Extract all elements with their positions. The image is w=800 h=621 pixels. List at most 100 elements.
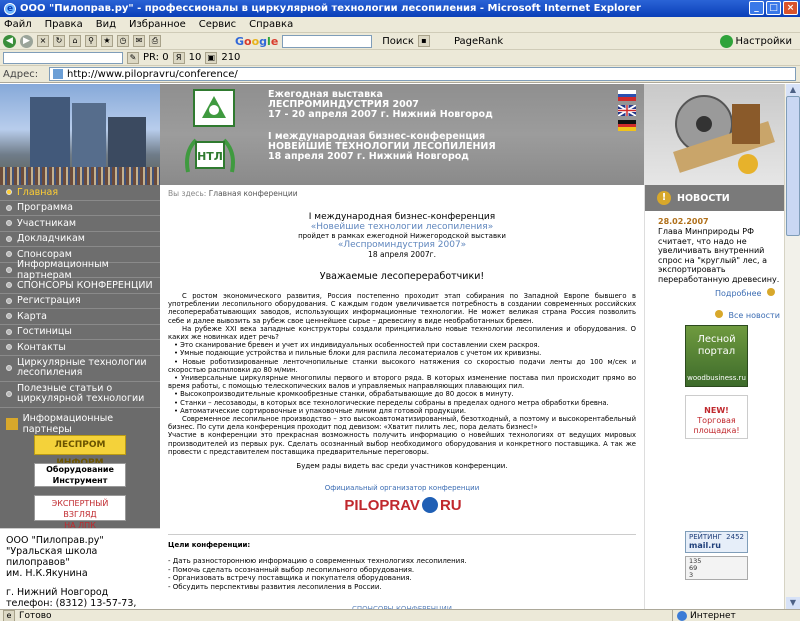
partners-icon [6,418,18,430]
forward-arrow-icon[interactable]: ▶ [20,34,33,48]
left-navigation: Главная Программа Участникам Докладчикам… [0,185,160,619]
banner-new: NEW! [704,406,729,415]
mailru-counter[interactable]: РЕЙТИНГ 2452 mail.ru [685,531,748,553]
greeting: Уважаемые лесопереработчики! [319,271,485,282]
nav-conference-sponsors[interactable]: СПОНСОРЫ КОНФЕРЕНЦИИ [0,278,160,294]
menu-favorites[interactable]: Избранное [129,19,186,30]
settings-button[interactable]: Настройки [736,36,792,47]
trade-platform-banner[interactable]: NEW! Торговая площадка! [685,395,748,439]
logo-left-text: PILOPRAV [344,496,420,514]
conference-exhibition: «Леспроминдустрия 2007» [337,240,467,250]
nav-circular-tech[interactable]: Циркулярные технологии лесопиления [0,355,160,382]
nav-map[interactable]: Карта [0,309,160,325]
goal-item: - Дать разностороннюю информацию о совре… [168,557,467,566]
menu-help[interactable]: Справка [249,19,293,30]
company-city: г. Нижний Новгород [6,587,109,598]
article-body: С ростом экономического развития, Россия… [168,292,636,456]
vertical-scrollbar[interactable]: ▲ ▼ [784,84,800,609]
nav-articles[interactable]: Полезные статьи о циркулярной технологии [0,381,160,408]
menu-tools[interactable]: Сервис [199,19,236,30]
google-search-input[interactable] [282,34,373,48]
maximize-button[interactable]: □ [766,1,781,15]
bullet-icon [6,266,12,273]
scroll-thumb[interactable] [786,96,800,236]
minimize-button[interactable]: _ [749,1,764,15]
piloprav-logo[interactable]: PILOPRAV RU [338,494,468,516]
back-arrow-icon[interactable]: ◀ [3,34,16,48]
nav-participants[interactable]: Участникам [0,216,160,232]
block-popup-icon[interactable]: ▪ [417,35,430,47]
news-column: ! НОВОСТИ 28.02.2007 Глава Минприроды РФ… [644,185,784,619]
paragraph: Современное лесопильное производство – э… [168,415,636,432]
ie-logo-icon: e [4,2,16,15]
stop-icon[interactable]: × [37,35,49,47]
russian-flag-icon[interactable] [618,90,636,101]
nav-registration[interactable]: Регистрация [0,293,160,309]
scroll-up-arrow-icon[interactable]: ▲ [786,84,800,96]
news-heading-text: НОВОСТИ [677,192,730,204]
bullet-icon [6,204,12,211]
forest-portal-banner[interactable]: Лесной портал woodbusiness.ru [685,325,748,387]
nav-speakers[interactable]: Докладчикам [0,231,160,247]
home-icon[interactable]: ⌂ [69,35,81,47]
settings-dot-icon [719,34,733,48]
bullet-item: • Станки – лесозаводы, в которых все тех… [174,398,609,407]
nav-label: СПОНСОРЫ КОНФЕРЕНЦИИ [17,279,153,291]
english-flag-icon[interactable] [618,105,636,116]
nav-contacts[interactable]: Контакты [0,340,160,356]
mail-icon[interactable]: ✉ [133,35,145,47]
nav-label: Контакты [17,341,66,353]
liveinternet-counter[interactable]: 135 69 3 [685,556,748,580]
pr-counter: PR: 0 [143,52,169,63]
bullet-icon [6,328,12,335]
bullet-icon [6,251,12,258]
nav-program[interactable]: Программа [0,200,160,216]
news-more-link[interactable]: Подробнее [715,288,775,298]
web-page: Ежегодная выставка ЛЕСПРОМИНДУСТРИЯ 2007… [0,84,784,619]
history-icon[interactable]: ◷ [117,35,129,47]
banner-site: woodbusiness.ru [687,374,746,382]
german-flag-icon[interactable] [618,120,636,131]
partner-lesprom-banner[interactable]: ЛЕСПРОМ ИНФОРМ [34,435,126,468]
close-button[interactable]: × [783,1,798,15]
goals-heading: Цели конференции: [168,541,251,549]
arrow-icon [766,288,775,296]
bullet-icon [6,313,12,320]
refresh-icon[interactable]: ↻ [53,35,65,47]
menu-view[interactable]: Вид [96,19,116,30]
rating-icon: ▣ [205,51,218,64]
toolbar-input[interactable] [3,51,123,64]
all-news-text: Все новости [728,311,780,320]
all-news-link[interactable]: Все новости [715,310,780,320]
search-icon[interactable]: ⚲ [85,35,97,47]
security-zone: Интернет [672,610,736,621]
partner-expert-banner[interactable]: ЭКСПЕРТНЫЙ ВЗГЛЯД НА ЛПК [34,495,126,530]
breadcrumb-label: Вы здесь: [168,189,207,198]
address-label: Адрес: [3,68,39,80]
company-school: "Уральская школа пилоправов" [6,546,98,568]
nav-hotels[interactable]: Гостиницы [0,324,160,340]
company-name: ООО "Пилоправ.ру" [6,535,104,546]
search-label[interactable]: Поиск [382,36,414,47]
address-bar: Адрес: http://www.pilopravru/conference/ [0,66,800,83]
counter2-b: 69 [689,564,698,572]
circular-saw-icon [673,95,775,174]
address-field[interactable]: http://www.pilopravru/conference/ [49,67,796,81]
toolbar-tool-icon[interactable]: ✎ [127,51,139,64]
nav-info-partners[interactable]: Информационным партнерам [0,259,160,281]
breadcrumb: Вы здесь: Главная конференции [168,189,636,198]
secondary-toolbar: ✎ PR: 0 Я 10 ▣ 210 [0,50,800,66]
partner-equipment-banner[interactable]: Оборудование Инструмент [34,463,126,487]
nav-label: Информационным партнерам [17,258,109,281]
favorites-icon[interactable]: ★ [101,35,113,47]
menu-file[interactable]: Файл [4,19,32,30]
nav-home[interactable]: Главная [0,185,160,201]
conference-logo-icon: НТЛ [185,138,235,173]
organizer-label: Официальный организатор конференции [324,484,480,493]
saw-blade-icon [421,497,438,513]
bullet-icon [6,235,12,242]
bullet-icon [6,297,12,304]
print-icon[interactable]: ⎙ [149,35,161,47]
menu-edit[interactable]: Правка [45,19,83,30]
scroll-down-arrow-icon[interactable]: ▼ [786,597,800,609]
